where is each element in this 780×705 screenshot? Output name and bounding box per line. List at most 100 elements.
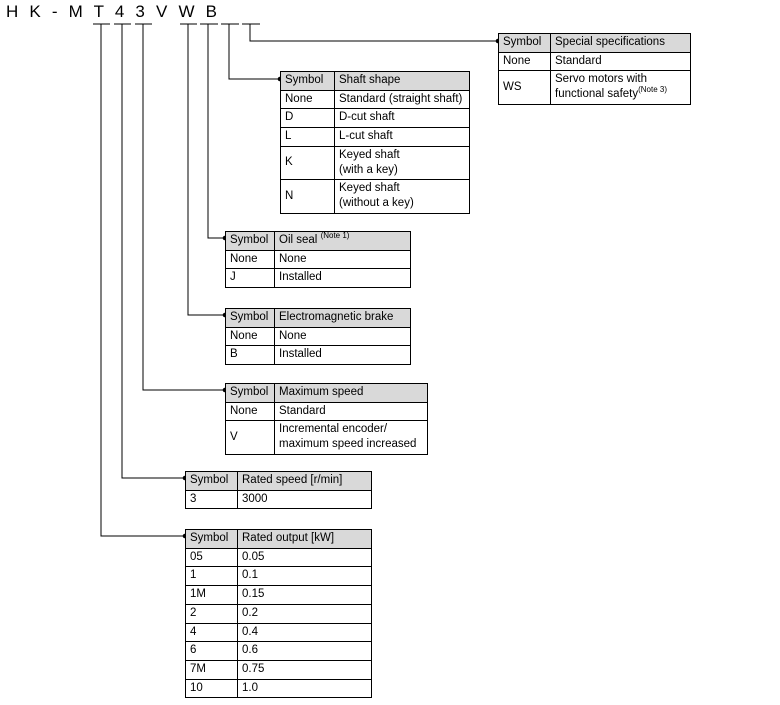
column-header-symbol: Symbol (280, 71, 335, 91)
table-row: 7M 0.75 (185, 660, 372, 680)
table-row: 1 0.1 (185, 566, 372, 587)
table-row: 3 3000 (185, 489, 372, 510)
table-row: 4 0.4 (185, 622, 372, 643)
cell-description-line1: Keyed shaft (339, 182, 400, 195)
table-shaft-shape: Symbol Shaft shape None Standard (straig… (280, 71, 470, 214)
cell-description: None (274, 326, 411, 347)
column-header-description: Electromagnetic brake (274, 308, 411, 328)
cell-description: Installed (274, 268, 411, 289)
cell-description: Installed (274, 345, 411, 366)
cell-symbol: 7M (185, 660, 238, 680)
table-rated-output: Symbol Rated output [kW] 05 0.05 1 0.1 1… (185, 529, 372, 699)
table-row: None Standard (498, 51, 691, 72)
cell-symbol: 3 (185, 489, 238, 510)
table-row: 2 0.2 (185, 603, 372, 624)
cell-symbol: L (280, 127, 335, 147)
cell-description: Incremental encoder/ maximum speed incre… (274, 420, 428, 455)
table-row: 10 1.0 (185, 678, 372, 699)
table-header-row: Symbol Rated output [kW] (185, 529, 372, 549)
cell-symbol: 10 (185, 678, 238, 699)
table-row: 05 0.05 (185, 547, 372, 568)
column-header-symbol: Symbol (225, 231, 275, 251)
cell-description: L-cut shaft (334, 127, 470, 147)
cell-symbol: K (280, 145, 335, 181)
table-special-specifications: Symbol Special specifications None Stand… (498, 33, 691, 105)
cell-description: Keyed shaft (with a key) (334, 145, 470, 181)
cell-symbol: N (280, 179, 335, 214)
table-row: 1M 0.15 (185, 585, 372, 605)
column-header-description: Shaft shape (334, 71, 470, 91)
cell-description-line2: (with a key) (339, 163, 398, 176)
cell-symbol: None (225, 249, 275, 270)
cell-symbol: J (225, 268, 275, 289)
cell-description-line1: Keyed shaft (339, 148, 400, 161)
table-header-row: Symbol Electromagnetic brake (225, 308, 411, 328)
cell-description-line1: Incremental encoder/ (279, 423, 388, 436)
cell-description: Standard (550, 51, 691, 72)
cell-symbol: None (225, 326, 275, 347)
cell-symbol: D (280, 108, 335, 129)
cell-description: 1.0 (237, 678, 372, 699)
table-row: None None (225, 326, 411, 347)
cell-description: Keyed shaft (without a key) (334, 179, 470, 214)
cell-description: D-cut shaft (334, 108, 470, 129)
table-maximum-speed: Symbol Maximum speed None Standard V Inc… (225, 383, 428, 455)
table-electromagnetic-brake: Symbol Electromagnetic brake None None B… (225, 308, 411, 366)
cell-description: 0.05 (237, 547, 372, 568)
table-row: None Standard (225, 401, 428, 422)
cell-description: Standard (straight shaft) (334, 89, 470, 110)
cell-symbol: 1M (185, 585, 238, 605)
table-row: N Keyed shaft (without a key) (280, 179, 470, 214)
cell-symbol: None (225, 401, 275, 422)
cell-description: Servo motors with functional safety(Note… (550, 70, 691, 105)
column-header-description-text: Oil seal (279, 234, 318, 246)
cell-description: 0.6 (237, 641, 372, 662)
column-header-symbol: Symbol (185, 471, 238, 491)
cell-symbol: 2 (185, 603, 238, 624)
cell-description: 0.2 (237, 603, 372, 624)
table-row: 6 0.6 (185, 641, 372, 662)
cell-description: 0.75 (237, 660, 372, 680)
cell-symbol: 1 (185, 566, 238, 587)
table-row: L L-cut shaft (280, 127, 470, 147)
column-header-description: Rated output [kW] (237, 529, 372, 549)
cell-symbol: WS (498, 70, 551, 105)
cell-description: 0.4 (237, 622, 372, 643)
table-row: None None (225, 249, 411, 270)
note-ref: (Note 1) (320, 231, 350, 241)
cell-symbol: None (498, 51, 551, 72)
column-header-description: Special specifications (550, 33, 691, 53)
cell-description-line2: (without a key) (339, 197, 414, 210)
model-number: H K - M T 4 3 V W B (6, 2, 221, 21)
table-row: D D-cut shaft (280, 108, 470, 129)
model-designation-diagram: H K - M T 4 3 V W B Symbol Special speci… (0, 0, 780, 705)
table-header-row: Symbol Special specifications (498, 33, 691, 53)
column-header-symbol: Symbol (225, 308, 275, 328)
cell-symbol: 6 (185, 641, 238, 662)
cell-symbol: 05 (185, 547, 238, 568)
cell-description: 0.1 (237, 566, 372, 587)
table-row: WS Servo motors with functional safety(N… (498, 70, 691, 105)
table-row: J Installed (225, 268, 411, 289)
column-header-description: Maximum speed (274, 383, 428, 403)
cell-symbol: 4 (185, 622, 238, 643)
column-header-description: Oil seal (Note 1) (274, 231, 411, 251)
table-row: V Incremental encoder/ maximum speed inc… (225, 420, 428, 455)
table-header-row: Symbol Rated speed [r/min] (185, 471, 372, 491)
column-header-symbol: Symbol (225, 383, 275, 403)
cell-symbol: V (225, 420, 275, 455)
column-header-symbol: Symbol (498, 33, 551, 53)
table-header-row: Symbol Oil seal (Note 1) (225, 231, 411, 251)
cell-symbol: None (280, 89, 335, 110)
cell-description: Standard (274, 401, 428, 422)
table-oil-seal: Symbol Oil seal (Note 1) None None J Ins… (225, 231, 411, 289)
cell-description-line2: functional safety (555, 88, 639, 101)
table-header-row: Symbol Shaft shape (280, 71, 470, 91)
table-rated-speed: Symbol Rated speed [r/min] 3 3000 (185, 471, 372, 510)
column-header-symbol: Symbol (185, 529, 238, 549)
cell-symbol: B (225, 345, 275, 366)
cell-description: 3000 (237, 489, 372, 510)
table-row: K Keyed shaft (with a key) (280, 145, 470, 181)
table-row: None Standard (straight shaft) (280, 89, 470, 110)
column-header-description: Rated speed [r/min] (237, 471, 372, 491)
